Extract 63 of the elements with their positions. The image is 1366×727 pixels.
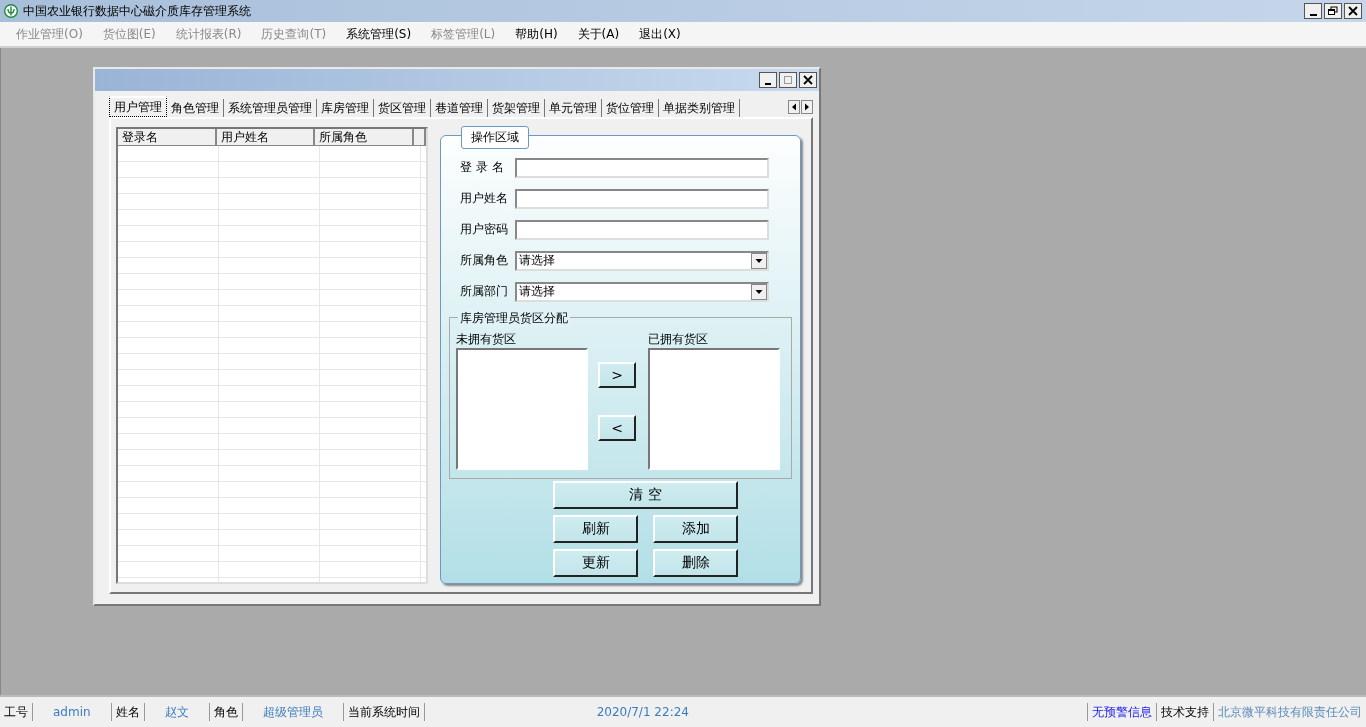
leaf-logo-icon — [4, 4, 18, 18]
minimize-button[interactable] — [759, 72, 777, 88]
minimize-icon — [1309, 13, 1317, 16]
tab[interactable]: 角色管理 — [167, 99, 224, 117]
menu-item[interactable]: 系统管理(S) — [346, 25, 412, 43]
list-label: 已拥有货区 — [648, 332, 709, 346]
maximize-button[interactable] — [779, 72, 797, 88]
list-label: 未拥有货区 — [456, 332, 517, 346]
status-label: 角色 — [209, 703, 243, 721]
list-box[interactable] — [456, 348, 588, 470]
scroll-right-icon[interactable] — [801, 100, 813, 114]
status-time: 2020/7/1 22:24 — [424, 703, 1088, 721]
action-button[interactable]: 删除 — [653, 549, 738, 577]
input-field[interactable] — [515, 219, 769, 240]
dropdown-field[interactable]: 请选择 — [515, 281, 769, 302]
action-button[interactable]: 添加 — [653, 515, 738, 543]
tab[interactable]: 单据类别管理 — [659, 99, 740, 117]
list-box[interactable] — [648, 348, 780, 470]
status-label: 技术支持 — [1157, 703, 1214, 721]
status-message: 无预警信息 — [1088, 703, 1157, 721]
action-button[interactable]: 刷新 — [553, 515, 638, 543]
menu-item[interactable]: 帮助(H) — [515, 25, 558, 43]
tab[interactable]: 单元管理 — [545, 99, 602, 117]
close-icon — [803, 75, 813, 85]
minimize-button[interactable] — [1304, 3, 1322, 19]
input-field[interactable] — [515, 157, 769, 178]
scroll-left-icon[interactable] — [788, 100, 800, 114]
dropdown-field[interactable]: 请选择 — [515, 250, 769, 271]
status-value: admin — [33, 703, 112, 721]
window-title: 中国农业银行数据中心磁介质库存管理系统 — [23, 2, 252, 20]
close-button[interactable] — [799, 72, 817, 88]
restore-icon — [1328, 6, 1338, 16]
panel-title: 操作区域 — [461, 126, 529, 149]
group-title: 库房管理员货区分配 — [458, 310, 570, 327]
field-label: 所属角色 — [460, 252, 509, 269]
field-label: 用户姓名 — [460, 190, 509, 207]
maximize-icon — [783, 75, 793, 85]
status-value: 超级管理员 — [242, 703, 344, 721]
close-icon — [1348, 6, 1358, 16]
input-field[interactable] — [515, 188, 769, 209]
tab[interactable]: 用户管理 — [109, 96, 167, 117]
tab[interactable]: 货区管理 — [374, 99, 431, 117]
menu-item[interactable]: 退出(X) — [639, 25, 681, 43]
menu-item[interactable]: 关于(A) — [577, 25, 620, 43]
restore-button[interactable] — [1324, 3, 1342, 19]
status-value: 赵文 — [144, 703, 210, 721]
move-right-button[interactable]: > — [598, 361, 636, 388]
tab[interactable]: 系统管理员管理 — [224, 99, 317, 117]
field-label: 用户密码 — [460, 221, 509, 238]
action-button[interactable]: 清 空 — [553, 481, 738, 509]
move-left-button[interactable]: < — [598, 414, 636, 441]
tab[interactable]: 巷道管理 — [431, 99, 488, 117]
field-label: 所属部门 — [460, 283, 509, 300]
status-label: 当前系统时间 — [343, 703, 425, 721]
tab[interactable]: 库房管理 — [317, 99, 374, 117]
status-label: 姓名 — [111, 703, 145, 721]
close-button[interactable] — [1344, 3, 1362, 19]
tab[interactable]: 货架管理 — [488, 99, 545, 117]
status-label: 工号 — [0, 703, 33, 721]
minimize-icon — [765, 82, 771, 85]
tab[interactable]: 货位管理 — [602, 99, 659, 117]
action-button[interactable]: 更新 — [553, 549, 638, 577]
field-label: 登 录 名 — [460, 159, 505, 176]
